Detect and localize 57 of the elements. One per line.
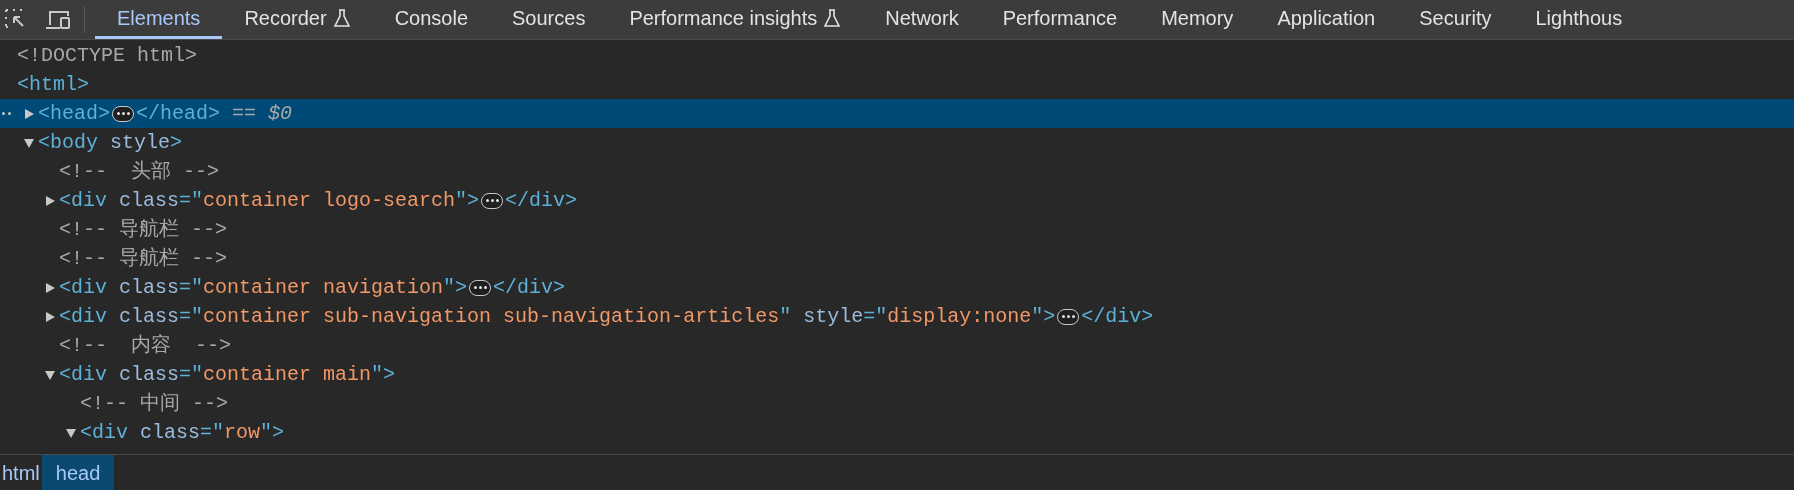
- collapsed-content-ellipsis-icon[interactable]: [1057, 308, 1080, 325]
- dom-node-row[interactable]: <!-- 头部 -->: [0, 157, 1794, 186]
- html-tag-text: <div class="container navigation">: [59, 274, 468, 301]
- html-tag-text: <html>: [17, 71, 89, 98]
- dom-node-row[interactable]: <head> </head> == $0: [0, 99, 1794, 128]
- expanded-triangle-icon[interactable]: [44, 368, 56, 381]
- html-tag-text: <div class="container logo-search">: [59, 187, 480, 214]
- doctype-text: <!DOCTYPE html>: [17, 42, 198, 69]
- html-tag-text: <div class="row">: [80, 419, 285, 446]
- html-comment: <!-- 内容 -->: [59, 332, 232, 359]
- html-tag-text: <div class="container main">: [59, 361, 396, 388]
- selected-node-dots-icon: [2, 112, 12, 115]
- expanded-triangle-icon[interactable]: [65, 426, 77, 439]
- html-tag-text: </div>: [1081, 303, 1154, 330]
- breadcrumb[interactable]: head: [41, 455, 115, 490]
- dom-node-row[interactable]: <div class="container main">: [0, 360, 1794, 389]
- dom-node-row[interactable]: <html>: [0, 70, 1794, 99]
- dom-node-row[interactable]: <!-- 中间 -->: [0, 389, 1794, 418]
- html-tag-text: </head> == $0: [136, 100, 293, 127]
- panel-tab[interactable]: Console: [372, 0, 491, 39]
- dom-node-row[interactable]: <div class="container logo-search"> </div>: [0, 186, 1794, 215]
- dom-node-row[interactable]: <div class="container sub-navigation sub-navigation-articles" style="display:none"> </div>: [0, 302, 1794, 331]
- panel-tab[interactable]: Memory: [1139, 0, 1256, 39]
- html-comment: <!-- 导航栏 -->: [59, 216, 228, 243]
- panel-tab[interactable]: Elements: [95, 0, 223, 39]
- panel-tab[interactable]: Performance: [980, 0, 1140, 39]
- panel-tab[interactable]: Performance insights: [607, 0, 864, 39]
- panel-tab[interactable]: Recorder: [222, 0, 373, 39]
- html-tag-text: <div class="container sub-navigation sub-navigation-articles" style="display:none">: [59, 303, 1056, 330]
- expanded-triangle-icon[interactable]: [23, 136, 35, 149]
- dom-node-row[interactable]: <!-- 导航栏 -->: [0, 244, 1794, 273]
- collapsed-triangle-icon[interactable]: [44, 310, 56, 323]
- html-tag-text: </div>: [505, 187, 578, 214]
- panel-tab[interactable]: Security: [1397, 0, 1514, 39]
- collapsed-content-ellipsis-icon[interactable]: [469, 279, 492, 296]
- dom-node-row[interactable]: <!DOCTYPE html>: [0, 41, 1794, 70]
- collapsed-content-ellipsis-icon[interactable]: [481, 192, 504, 209]
- html-comment: <!-- 中间 -->: [80, 390, 229, 417]
- dom-node-row[interactable]: <!-- 导航栏 -->: [0, 215, 1794, 244]
- collapsed-triangle-icon[interactable]: [44, 281, 56, 294]
- collapsed-content-ellipsis-icon[interactable]: [112, 105, 134, 122]
- dom-node-row[interactable]: <body style>: [0, 128, 1794, 157]
- html-tag-text: <body style>: [38, 129, 183, 156]
- collapsed-triangle-icon[interactable]: [44, 194, 56, 207]
- html-tag-text: <head>: [38, 100, 110, 127]
- breadcrumb[interactable]: html: [0, 455, 42, 490]
- panel-tab[interactable]: Network: [863, 0, 981, 39]
- dom-node-row[interactable]: <!-- 内容 -->: [0, 331, 1794, 360]
- panel-tab[interactable]: Application: [1255, 0, 1398, 39]
- dom-node-row[interactable]: <div class="row">: [0, 418, 1794, 447]
- dom-node-row[interactable]: <div class="container navigation"> </div>: [0, 273, 1794, 302]
- html-comment: <!-- 导航栏 -->: [59, 245, 228, 272]
- panel-tab[interactable]: Lighthous: [1513, 0, 1645, 39]
- html-tag-text: </div>: [493, 274, 566, 301]
- panel-tab[interactable]: Sources: [490, 0, 608, 39]
- collapsed-triangle-icon[interactable]: [23, 107, 35, 120]
- html-comment: <!-- 头部 -->: [59, 158, 220, 185]
